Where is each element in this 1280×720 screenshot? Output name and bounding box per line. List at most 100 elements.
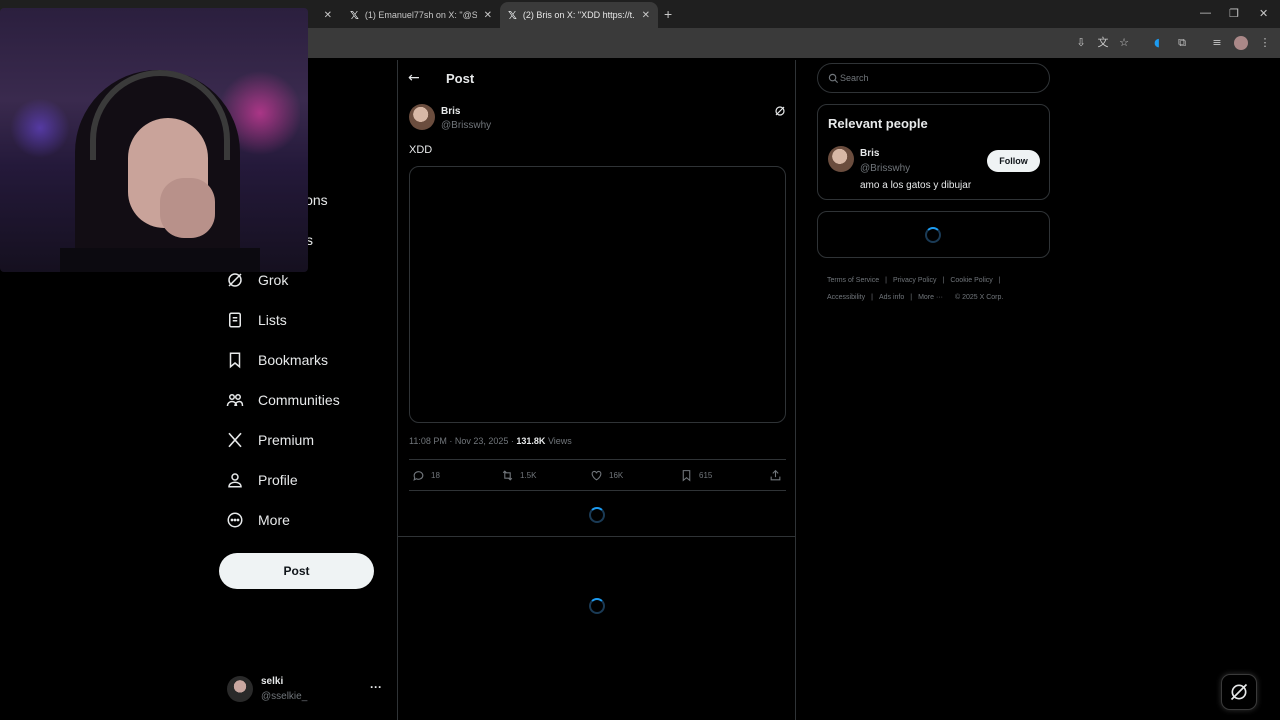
post-author-name[interactable]: Bris: [441, 106, 460, 117]
account-name: selki: [261, 676, 284, 687]
close-window-icon[interactable]: ✕: [1259, 7, 1268, 20]
divider: [398, 536, 796, 537]
grok-icon: [228, 273, 242, 287]
browser-menu-icon[interactable]: ⋮: [1258, 36, 1272, 50]
sidebar-item-profile[interactable]: Profile: [226, 468, 298, 492]
bookmark-icon: [229, 352, 241, 369]
bookmark-count: 615: [699, 471, 713, 480]
share-icon: [770, 469, 781, 481]
more-circle-icon: [227, 512, 243, 528]
section-title: Relevant people: [828, 116, 928, 131]
footer-link-privacy[interactable]: Privacy Policy: [893, 277, 937, 284]
bookmark-icon: [682, 470, 691, 482]
avatar[interactable]: [828, 146, 854, 172]
webcam-overlay: [0, 8, 308, 272]
footer-link-accessibility[interactable]: Accessibility: [827, 294, 865, 301]
like-count: 16K: [609, 471, 624, 480]
footer-link-terms[interactable]: Terms of Service: [827, 277, 879, 284]
tab-title: (1) Emanuel77sh on X: "@SoyFe: [364, 10, 477, 20]
grok-icon: [1230, 683, 1248, 701]
browser-tab-active[interactable]: 𝕏 (2) Bris on X: "XDD https://t.co/ ✕: [500, 2, 658, 28]
browser-tab[interactable]: 𝕏 (1) Emanuel77sh on X: "@SoyFe ✕: [342, 2, 500, 28]
post-timestamp[interactable]: 11:08 PM · Nov 23, 2025 ·: [409, 436, 514, 446]
heart-icon: [591, 470, 602, 481]
person-bio: amo a los gatos y dibujar: [860, 180, 972, 191]
views-count: 131.8K: [516, 436, 546, 446]
tab-title: (2) Bris on X: "XDD https://t.co/: [522, 10, 635, 20]
post-media[interactable]: [409, 166, 786, 423]
install-icon[interactable]: ⇩: [1074, 36, 1088, 50]
footer-links: Terms of Service | Privacy Policy | Cookie P…: [827, 272, 1047, 306]
account-handle: @sselkie_: [261, 691, 308, 702]
profile-icon: [228, 473, 242, 488]
reply-button[interactable]: 18: [412, 469, 440, 482]
restore-icon[interactable]: ❐: [1229, 7, 1239, 20]
translate-icon[interactable]: 文: [1096, 36, 1110, 50]
reply-count: 18: [431, 471, 440, 480]
sidebar-item-label: Profile: [258, 472, 298, 488]
extensions-icon[interactable]: ⧉: [1175, 36, 1189, 50]
relevant-people-card: Relevant people Bris @Brisswhy amo a los…: [817, 104, 1050, 200]
sidebar-item-label: Communities: [258, 392, 340, 408]
sidebar-item-more[interactable]: More: [226, 508, 290, 532]
minimize-icon[interactable]: —: [1200, 7, 1211, 19]
footer-link-ads[interactable]: Ads info: [879, 294, 904, 301]
media-controls-icon[interactable]: ≡: [1210, 36, 1224, 50]
communities-icon: [226, 394, 244, 407]
trends-card-loading: [817, 211, 1050, 258]
more-dots-icon[interactable]: ···: [370, 680, 382, 694]
lists-icon: [229, 312, 241, 328]
footer-link-cookie[interactable]: Cookie Policy: [950, 277, 992, 284]
post-text: XDD: [409, 144, 433, 156]
person-handle[interactable]: @Brisswhy: [860, 163, 910, 174]
sidebar-item-communities[interactable]: Communities: [226, 388, 340, 412]
post-meta: 11:08 PM · Nov 23, 2025 · 131.8K Views: [409, 436, 572, 446]
extension-audio-icon[interactable]: ◖: [1150, 36, 1164, 50]
sidebar-item-bookmarks[interactable]: Bookmarks: [226, 348, 328, 372]
person-name[interactable]: Bris: [860, 148, 879, 159]
main-column: ← Post Bris @Brisswhy XDD 11:08 PM · Nov…: [397, 60, 796, 720]
repost-button[interactable]: 1.5K: [501, 469, 536, 482]
like-button[interactable]: 16K: [590, 469, 623, 482]
x-favicon-icon: 𝕏: [350, 8, 359, 22]
sidebar-item-label: Bookmarks: [258, 352, 329, 368]
x-favicon-icon: 𝕏: [508, 8, 517, 22]
divider: |: [885, 277, 887, 284]
grok-floating-button[interactable]: [1221, 674, 1257, 710]
avatar[interactable]: [409, 104, 435, 130]
bookmark-button[interactable]: 615: [680, 469, 712, 482]
sidebar-item-label: More: [258, 512, 290, 528]
account-switcher[interactable]: selki @sselkie_ ···: [227, 674, 387, 708]
profile-avatar-icon[interactable]: [1234, 36, 1248, 50]
person-shirt: [60, 248, 260, 272]
post-author-handle[interactable]: @Brisswhy: [441, 120, 491, 131]
views-label: Views: [547, 436, 572, 446]
divider: |: [871, 294, 873, 301]
close-tab-icon[interactable]: ✕: [484, 10, 492, 21]
new-tab-button[interactable]: +: [664, 6, 672, 22]
x-logo-icon: [228, 432, 242, 448]
sidebar-item-premium[interactable]: Premium: [226, 428, 314, 452]
loading-spinner: [589, 598, 605, 614]
person-hand: [160, 178, 215, 238]
scrollbar[interactable]: [1270, 60, 1280, 720]
star-icon[interactable]: ☆: [1117, 36, 1131, 50]
avatar: [227, 676, 253, 702]
close-tab-icon[interactable]: ✕: [642, 10, 650, 21]
share-button[interactable]: [769, 469, 788, 482]
sidebar-item-lists[interactable]: Lists: [226, 308, 287, 332]
follow-button[interactable]: Follow: [987, 150, 1040, 172]
search-input[interactable]: Search: [817, 63, 1050, 93]
loading-spinner: [925, 227, 941, 243]
post-button[interactable]: Post: [219, 553, 374, 589]
close-tab-icon[interactable]: ✕: [324, 10, 332, 21]
reply-icon: [413, 471, 424, 481]
search-icon: [828, 73, 839, 84]
footer-link-more[interactable]: More ···: [918, 294, 943, 301]
post-actions: 18 1.5K 16K 615: [409, 459, 786, 491]
copyright: © 2025 X Corp.: [954, 294, 1004, 301]
repost-icon: [502, 470, 513, 481]
grok-icon[interactable]: [774, 105, 786, 117]
divider: |: [910, 294, 913, 301]
back-arrow-icon[interactable]: ←: [408, 70, 420, 86]
